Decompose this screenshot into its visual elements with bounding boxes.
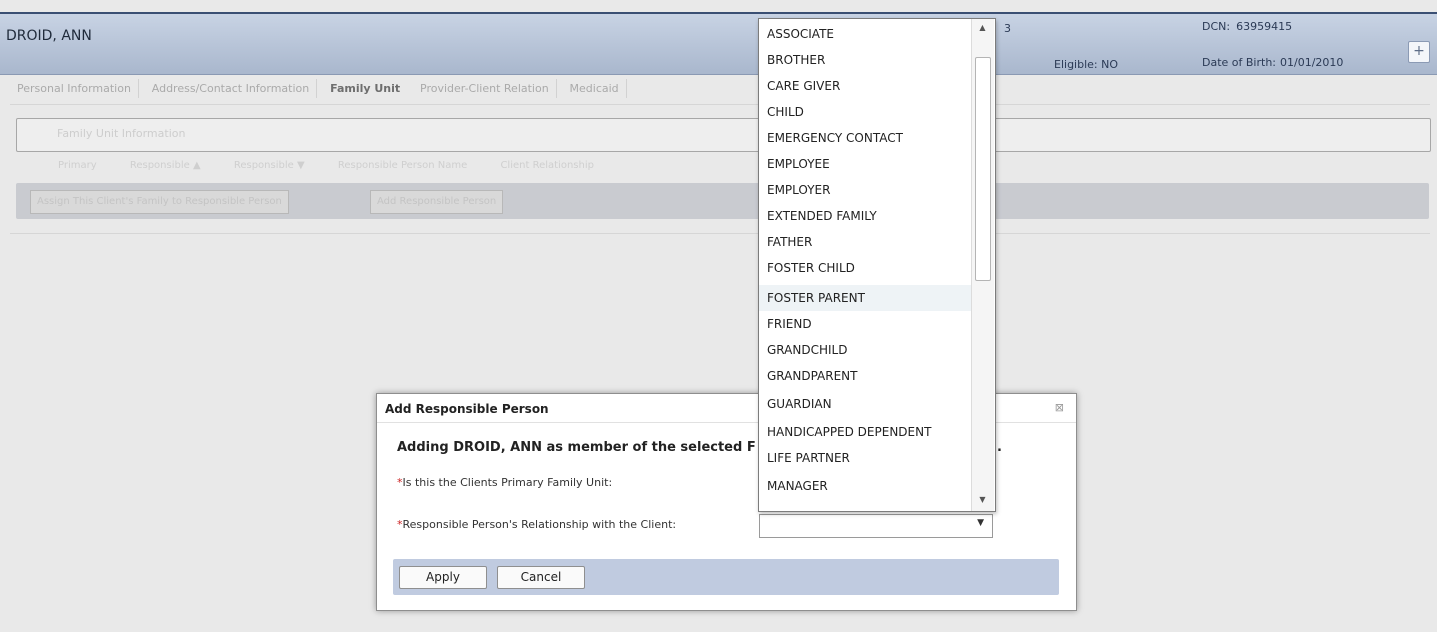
- header-digit: 3: [1004, 22, 1011, 35]
- dropdown-option[interactable]: ASSOCIATE: [759, 21, 971, 47]
- dropdown-option[interactable]: FATHER: [759, 229, 971, 255]
- tab-provider-client-relation[interactable]: Provider-Client Relation: [413, 79, 557, 98]
- dropdown-option[interactable]: CARE GIVER: [759, 73, 971, 99]
- dropdown-option[interactable]: GRANDPARENT: [759, 363, 971, 389]
- eligible-value: NO: [1101, 58, 1119, 71]
- background-action-band: Assign This Client's Family to Responsib…: [16, 183, 1429, 219]
- tab-bar: Personal Information Address/Contact Inf…: [10, 79, 1430, 103]
- relationship-select[interactable]: ▼: [759, 514, 993, 538]
- client-header: DROID, ANN 3 Eligible: NO DCN: 63959415 D…: [0, 12, 1437, 75]
- grid-col-primary: Primary: [58, 160, 97, 171]
- dcn: DCN: 63959415: [1202, 20, 1292, 33]
- close-icon[interactable]: ⊠: [1055, 401, 1064, 414]
- grid-col-responsible-asc: Responsible ▲: [129, 160, 201, 171]
- dropdown-option[interactable]: FOSTER CHILD: [759, 255, 971, 281]
- dropdown-option[interactable]: GRANDCHILD: [759, 337, 971, 363]
- dropdown-option[interactable]: LIFE PARTNER: [759, 445, 971, 471]
- tab-family-unit[interactable]: Family Unit: [323, 79, 407, 98]
- scroll-down-icon[interactable]: ▼: [975, 493, 990, 507]
- dialog-heading: Adding DROID, ANN as member of the selec…: [397, 440, 756, 455]
- dcn-label: DCN:: [1202, 20, 1231, 33]
- grid-col-responsible-desc: Responsible ▼: [233, 160, 305, 171]
- tab-divider: [10, 104, 1430, 105]
- dropdown-option[interactable]: EMPLOYEE: [759, 151, 971, 177]
- expand-button[interactable]: +: [1408, 41, 1430, 63]
- eligible-status: Eligible: NO: [1054, 58, 1118, 71]
- tab-address-contact[interactable]: Address/Contact Information: [145, 79, 318, 98]
- relationship-dropdown-list[interactable]: ASSOCIATE BROTHER CARE GIVER CHILD EMERG…: [758, 18, 996, 512]
- grid-col-responsible-name: Responsible Person Name: [337, 160, 468, 171]
- dialog-heading-tail: .: [997, 440, 1002, 455]
- primary-family-unit-text: Is this the Clients Primary Family Unit:: [402, 476, 613, 489]
- dropdown-option[interactable]: HANDICAPPED DEPENDENT: [759, 419, 971, 445]
- dropdown-option[interactable]: MANAGER: [759, 473, 971, 499]
- scroll-up-icon[interactable]: ▲: [975, 21, 990, 35]
- eligible-label: Eligible:: [1054, 58, 1098, 71]
- dcn-value: 63959415: [1236, 20, 1293, 33]
- dropdown-scrollbar[interactable]: ▲ ▼: [971, 19, 994, 511]
- family-unit-panel-title: Family Unit Information: [57, 127, 186, 140]
- tab-personal-information[interactable]: Personal Information: [10, 79, 139, 98]
- dropdown-option[interactable]: FRIEND: [759, 311, 971, 337]
- dropdown-option-hovered[interactable]: FOSTER PARENT: [759, 285, 971, 311]
- family-grid-header: Primary Responsible ▲ Responsible ▼ Resp…: [58, 160, 624, 171]
- dropdown-option[interactable]: CHILD: [759, 99, 971, 125]
- assign-family-button: Assign This Client's Family to Responsib…: [30, 190, 289, 214]
- dialog-title: Add Responsible Person: [385, 402, 549, 416]
- grid-col-client-relationship: Client Relationship: [500, 160, 594, 171]
- dropdown-option[interactable]: BROTHER: [759, 47, 971, 73]
- relationship-label: *Responsible Person's Relationship with …: [397, 518, 676, 531]
- dob-value: 01/01/2010: [1280, 56, 1344, 69]
- apply-button[interactable]: Apply: [399, 566, 487, 589]
- dialog-button-band: Apply Cancel: [393, 559, 1059, 595]
- chevron-down-icon[interactable]: ▼: [977, 518, 984, 528]
- dropdown-option[interactable]: GUARDIAN: [759, 391, 971, 417]
- tab-medicaid[interactable]: Medicaid: [563, 79, 627, 98]
- primary-family-unit-label: *Is this the Clients Primary Family Unit…: [397, 476, 612, 489]
- add-responsible-person-button: Add Responsible Person: [370, 190, 504, 214]
- relationship-text: Responsible Person's Relationship with t…: [402, 518, 677, 531]
- family-unit-panel: Family Unit Information: [16, 118, 1431, 152]
- date-of-birth: Date of Birth: 01/01/2010: [1202, 56, 1343, 69]
- dropdown-option[interactable]: EMERGENCY CONTACT: [759, 125, 971, 151]
- dropdown-option[interactable]: EXTENDED FAMILY: [759, 203, 971, 229]
- dropdown-option[interactable]: EMPLOYER: [759, 177, 971, 203]
- cancel-button[interactable]: Cancel: [497, 566, 585, 589]
- scroll-thumb[interactable]: [975, 57, 991, 281]
- dob-label: Date of Birth:: [1202, 56, 1277, 69]
- client-name: DROID, ANN: [6, 28, 92, 44]
- content-divider: [10, 233, 1430, 234]
